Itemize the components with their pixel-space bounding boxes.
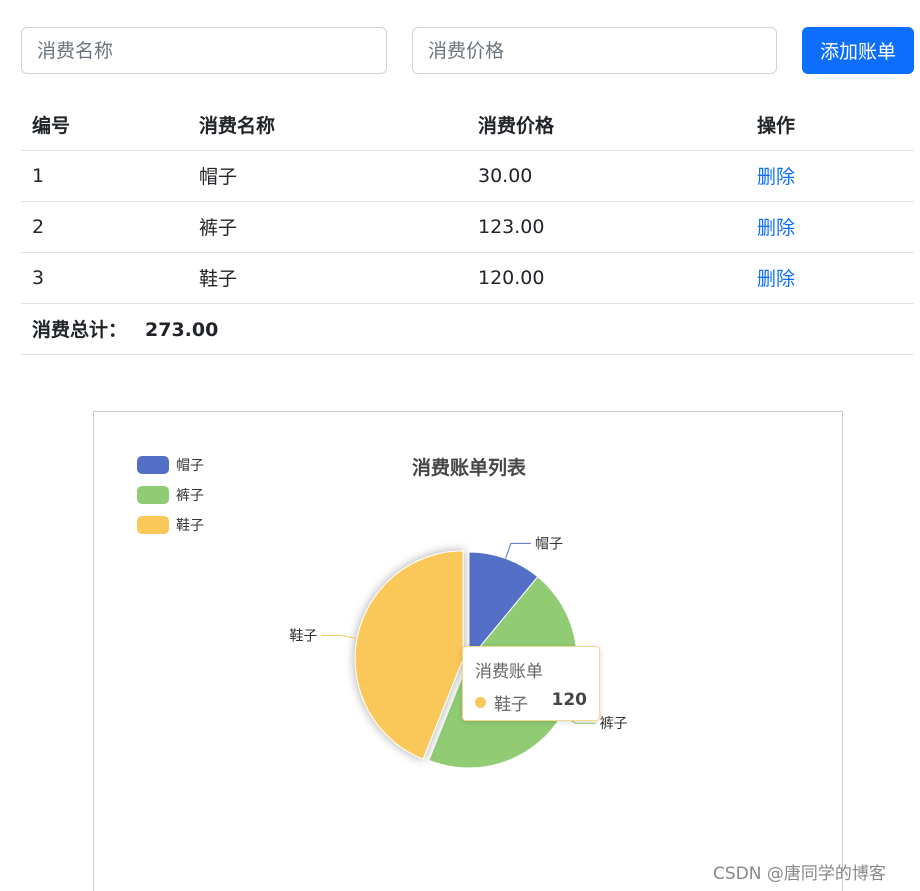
pie-chart-card: 消费账单列表 帽子 裤子 鞋子 帽子 裤子 鞋子 消费账单 鞋子 120 — [93, 411, 843, 891]
header-name: 消费名称 — [188, 99, 467, 151]
chart-tooltip: 消费账单 鞋子 120 — [462, 646, 600, 721]
row-price: 120.00 — [467, 252, 746, 304]
watermark: CSDN @唐同学的博客 — [713, 864, 886, 884]
tooltip-title: 消费账单 — [475, 662, 543, 682]
legend-label: 裤子 — [176, 488, 204, 504]
delete-link[interactable]: 删除 — [757, 268, 795, 290]
add-bill-button[interactable]: 添加账单 — [802, 27, 914, 74]
price-input[interactable] — [412, 27, 777, 74]
row-id: 1 — [21, 150, 188, 202]
header-id: 编号 — [21, 99, 188, 151]
row-price: 30.00 — [467, 150, 746, 202]
tooltip-name: 鞋子 — [494, 695, 528, 715]
total-value: 273.00 — [145, 319, 219, 341]
add-bill-form: 添加账单 — [21, 27, 914, 74]
legend-label: 鞋子 — [176, 518, 204, 534]
legend-label: 帽子 — [176, 458, 204, 474]
delete-link[interactable]: 删除 — [757, 166, 795, 188]
row-action-cell: 删除 — [746, 150, 914, 202]
delete-link[interactable]: 删除 — [757, 217, 795, 239]
name-input[interactable] — [21, 27, 387, 74]
total-label: 消费总计： — [32, 319, 128, 341]
total-cell: 消费总计： 273.00 — [21, 303, 914, 355]
row-id: 2 — [21, 201, 188, 253]
pie-label-line — [505, 542, 531, 559]
header-price: 消费价格 — [467, 99, 746, 151]
table-row: 2 裤子 123.00 删除 — [21, 201, 914, 253]
pie-label: 帽子 — [535, 536, 563, 552]
pie-label: 裤子 — [600, 716, 628, 732]
row-action-cell: 删除 — [746, 201, 914, 253]
bill-table: 编号 消费名称 消费价格 操作 1 帽子 30.00 删除 2 裤子 123.0… — [21, 99, 914, 355]
chart-title: 消费账单列表 — [412, 456, 527, 479]
legend-swatch — [137, 456, 169, 474]
row-name: 裤子 — [188, 201, 467, 253]
table-header-row: 编号 消费名称 消费价格 操作 — [21, 99, 914, 151]
table-row: 3 鞋子 120.00 删除 — [21, 252, 914, 304]
header-action: 操作 — [746, 99, 914, 151]
total-row: 消费总计： 273.00 — [21, 303, 914, 355]
tooltip-marker-icon — [475, 697, 486, 708]
row-price: 123.00 — [467, 201, 746, 253]
row-action-cell: 删除 — [746, 252, 914, 304]
pie-label-line — [321, 634, 358, 639]
legend-swatch — [137, 516, 169, 534]
table-row: 1 帽子 30.00 删除 — [21, 150, 914, 202]
row-name: 帽子 — [188, 150, 467, 202]
row-name: 鞋子 — [188, 252, 467, 304]
row-id: 3 — [21, 252, 188, 304]
tooltip-value: 120 — [551, 690, 588, 710]
pie-label: 鞋子 — [289, 628, 317, 644]
legend-swatch — [137, 486, 169, 504]
page: 添加账单 编号 消费名称 消费价格 操作 1 帽子 30.00 删除 2 裤子 — [0, 0, 920, 891]
